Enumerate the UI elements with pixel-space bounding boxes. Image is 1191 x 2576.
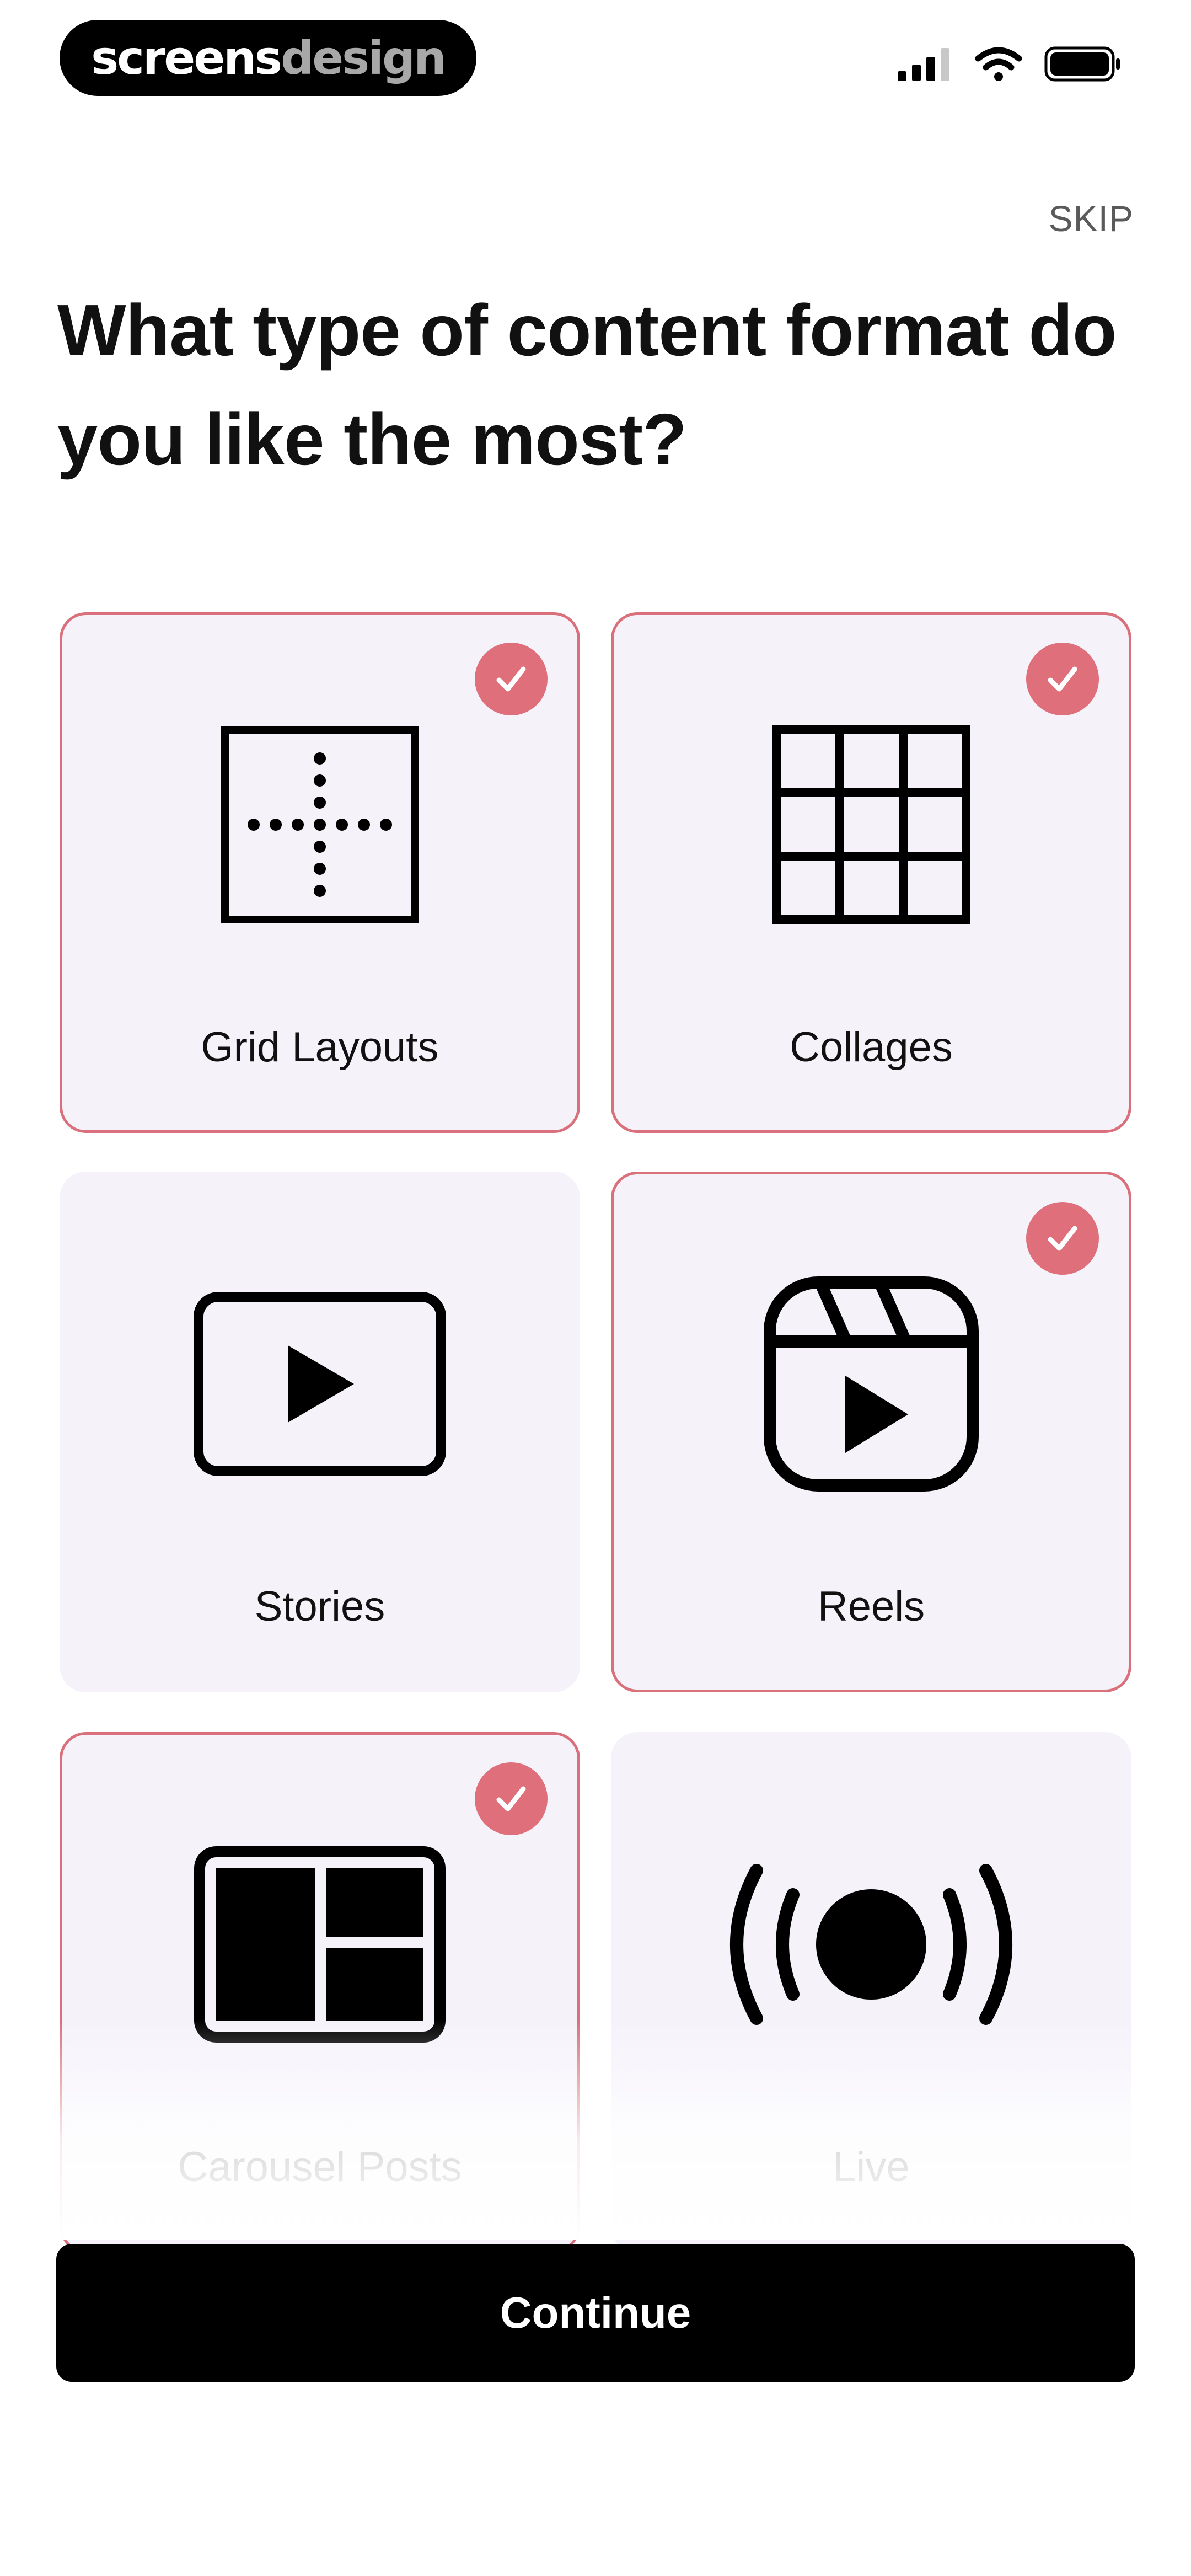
battery-icon — [1044, 46, 1120, 82]
option-card-stories[interactable]: Stories — [60, 1172, 580, 1692]
option-label: Stories — [254, 1583, 385, 1630]
option-card-live[interactable]: Live — [611, 1732, 1131, 2253]
checkmark-icon — [1026, 1202, 1099, 1275]
carousel-icon — [194, 1846, 446, 2043]
option-card-carousel-posts[interactable]: Carousel Posts — [60, 1732, 580, 2253]
option-label: Grid Layouts — [201, 1024, 439, 1071]
grid-layout-icon — [221, 726, 419, 923]
checkmark-icon — [1026, 643, 1099, 715]
option-card-collages[interactable]: Collages — [611, 612, 1131, 1133]
option-label: Live — [833, 2144, 910, 2190]
signal-icon — [898, 48, 949, 81]
play-icon — [194, 1292, 446, 1476]
checkmark-icon — [475, 643, 548, 715]
collage-grid-icon — [772, 725, 970, 924]
option-label: Reels — [817, 1583, 925, 1630]
continue-button[interactable]: Continue — [56, 2244, 1135, 2382]
wifi-icon — [975, 47, 1022, 81]
option-label: Carousel Posts — [178, 2144, 462, 2190]
reels-icon — [764, 1276, 979, 1492]
option-card-grid-layouts[interactable]: Grid Layouts — [60, 612, 580, 1133]
skip-button[interactable]: SKIP — [1049, 197, 1134, 239]
page-title: What type of content format do you like … — [57, 290, 1117, 480]
option-card-reels[interactable]: Reels — [611, 1172, 1131, 1692]
live-broadcast-icon — [730, 1864, 1012, 2025]
status-icons — [898, 46, 1122, 82]
brand-badge: screens design — [60, 20, 476, 96]
brand-text-primary: screens — [91, 31, 282, 85]
checkmark-icon — [475, 1762, 548, 1835]
brand-text-secondary: design — [281, 31, 447, 85]
option-label: Collages — [790, 1024, 953, 1071]
